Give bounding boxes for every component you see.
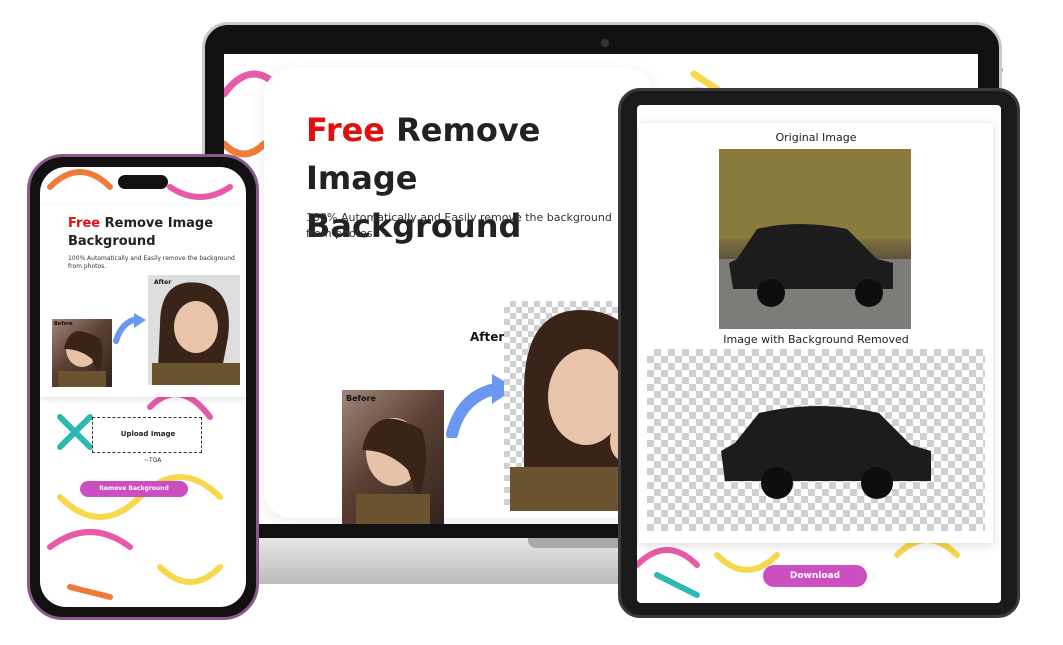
- phone-title-highlight: Free: [68, 216, 101, 231]
- phone-title: Free Remove Image Background: [68, 215, 238, 251]
- phone-after-label: After: [154, 279, 172, 286]
- hero-card: Free Remove Image Background 100% Automa…: [264, 68, 662, 524]
- removed-car-photo: [647, 349, 985, 531]
- phone-after-photo: [148, 275, 240, 385]
- before-photo: [342, 390, 444, 524]
- phone-before-photo: [52, 319, 112, 387]
- remove-background-button[interactable]: Remove Background: [80, 481, 188, 497]
- original-heading: Original Image: [775, 131, 857, 144]
- phone-logo-text: ~TOA: [144, 457, 162, 464]
- camera-icon: [601, 39, 609, 47]
- title-highlight: Free: [306, 111, 385, 149]
- phone-hero-card: Free Remove Image Background 100% Automa…: [40, 205, 246, 397]
- phone-subtitle: 100% Automatically and Easily remove the…: [68, 255, 235, 270]
- upload-label: Upload Image: [120, 430, 176, 438]
- removed-heading: Image with Background Removed: [723, 333, 909, 346]
- phone-arrow-icon: [113, 313, 146, 344]
- phone-notch: [118, 175, 168, 189]
- after-label: After: [470, 330, 505, 344]
- upload-dropzone[interactable]: Upload Image: [92, 417, 202, 453]
- result-card: Original Image Image with Background Rem…: [639, 123, 993, 543]
- phone-screen: Free Remove Image Background 100% Automa…: [40, 167, 246, 607]
- tablet-screen: Original Image Image with Background Rem…: [637, 105, 1001, 603]
- phone-device: Free Remove Image Background 100% Automa…: [27, 154, 259, 620]
- original-car-photo: [719, 149, 911, 329]
- before-label: Before: [346, 394, 376, 403]
- page-subtitle: 100% Automatically and Easily remove the…: [306, 211, 612, 240]
- download-button[interactable]: Download: [763, 565, 867, 587]
- phone-before-label: Before: [54, 321, 73, 327]
- tablet-device: Original Image Image with Background Rem…: [618, 88, 1020, 618]
